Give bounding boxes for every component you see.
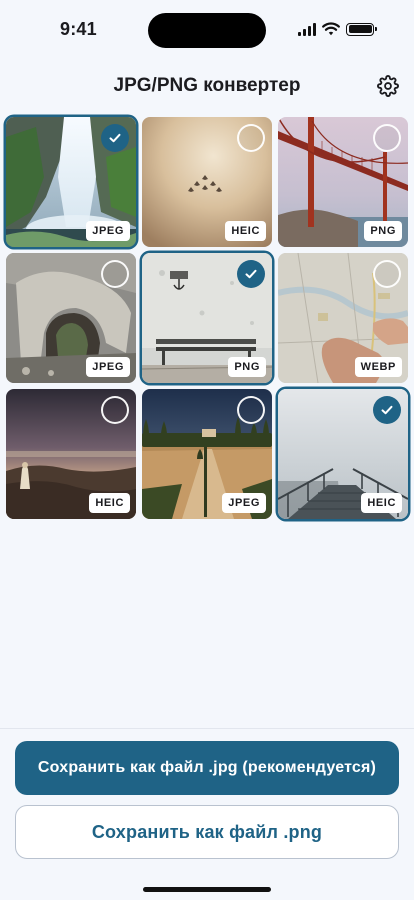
format-badge: HEIC — [225, 221, 266, 241]
selection-indicator[interactable] — [237, 260, 265, 288]
format-badge: HEIC — [89, 493, 130, 513]
selection-indicator[interactable] — [373, 124, 401, 152]
status-time: 9:41 — [60, 19, 97, 39]
header: JPG/PNG конвертер — [0, 66, 414, 106]
wifi-icon — [322, 22, 340, 36]
settings-button[interactable] — [374, 72, 402, 100]
cellular-signal-icon — [298, 22, 316, 36]
format-badge: JPEG — [86, 221, 130, 241]
page-title: JPG/PNG конвертер — [113, 75, 301, 96]
selection-indicator[interactable] — [101, 260, 129, 288]
photo-tile[interactable]: WEBP — [278, 253, 408, 383]
photo-tile[interactable]: JPEG — [6, 253, 136, 383]
format-badge: PNG — [364, 221, 402, 241]
home-indicator — [143, 887, 271, 892]
photo-tile[interactable]: JPEG — [6, 117, 136, 247]
status-icons — [298, 22, 377, 36]
selection-indicator[interactable] — [237, 124, 265, 152]
format-badge: WEBP — [354, 357, 402, 377]
format-badge: JPEG — [86, 357, 130, 377]
save-png-button[interactable]: Сохранить как файл .png — [15, 805, 399, 859]
checkmark-icon — [381, 405, 393, 415]
format-badge: PNG — [228, 357, 266, 377]
selection-indicator[interactable] — [101, 124, 129, 152]
battery-level — [348, 25, 372, 33]
photo-tile[interactable]: JPEG — [142, 389, 272, 519]
status-bar: 9:41 — [0, 0, 414, 62]
selection-indicator[interactable] — [101, 396, 129, 424]
selection-indicator[interactable] — [373, 396, 401, 424]
photo-tile[interactable]: HEIC — [6, 389, 136, 519]
save-jpg-button[interactable]: Сохранить как файл .jpg (рекомендуется) — [15, 741, 399, 795]
photo-tile[interactable]: HEIC — [278, 389, 408, 519]
battery-icon — [346, 22, 377, 36]
bottom-action-panel: Сохранить как файл .jpg (рекомендуется) … — [0, 728, 414, 900]
format-badge: HEIC — [361, 493, 402, 513]
selection-indicator[interactable] — [373, 260, 401, 288]
photo-grid: JPEG HEIC PNG JPEG PNG WEBP HEIC JPEG HE… — [6, 117, 408, 519]
format-badge: JPEG — [222, 493, 266, 513]
checkmark-icon — [245, 269, 257, 279]
photo-tile[interactable]: HEIC — [142, 117, 272, 247]
gear-icon — [377, 75, 399, 97]
checkmark-icon — [109, 133, 121, 143]
photo-tile[interactable]: PNG — [278, 117, 408, 247]
photo-tile[interactable]: PNG — [142, 253, 272, 383]
selection-indicator[interactable] — [237, 396, 265, 424]
dynamic-island — [148, 13, 266, 48]
